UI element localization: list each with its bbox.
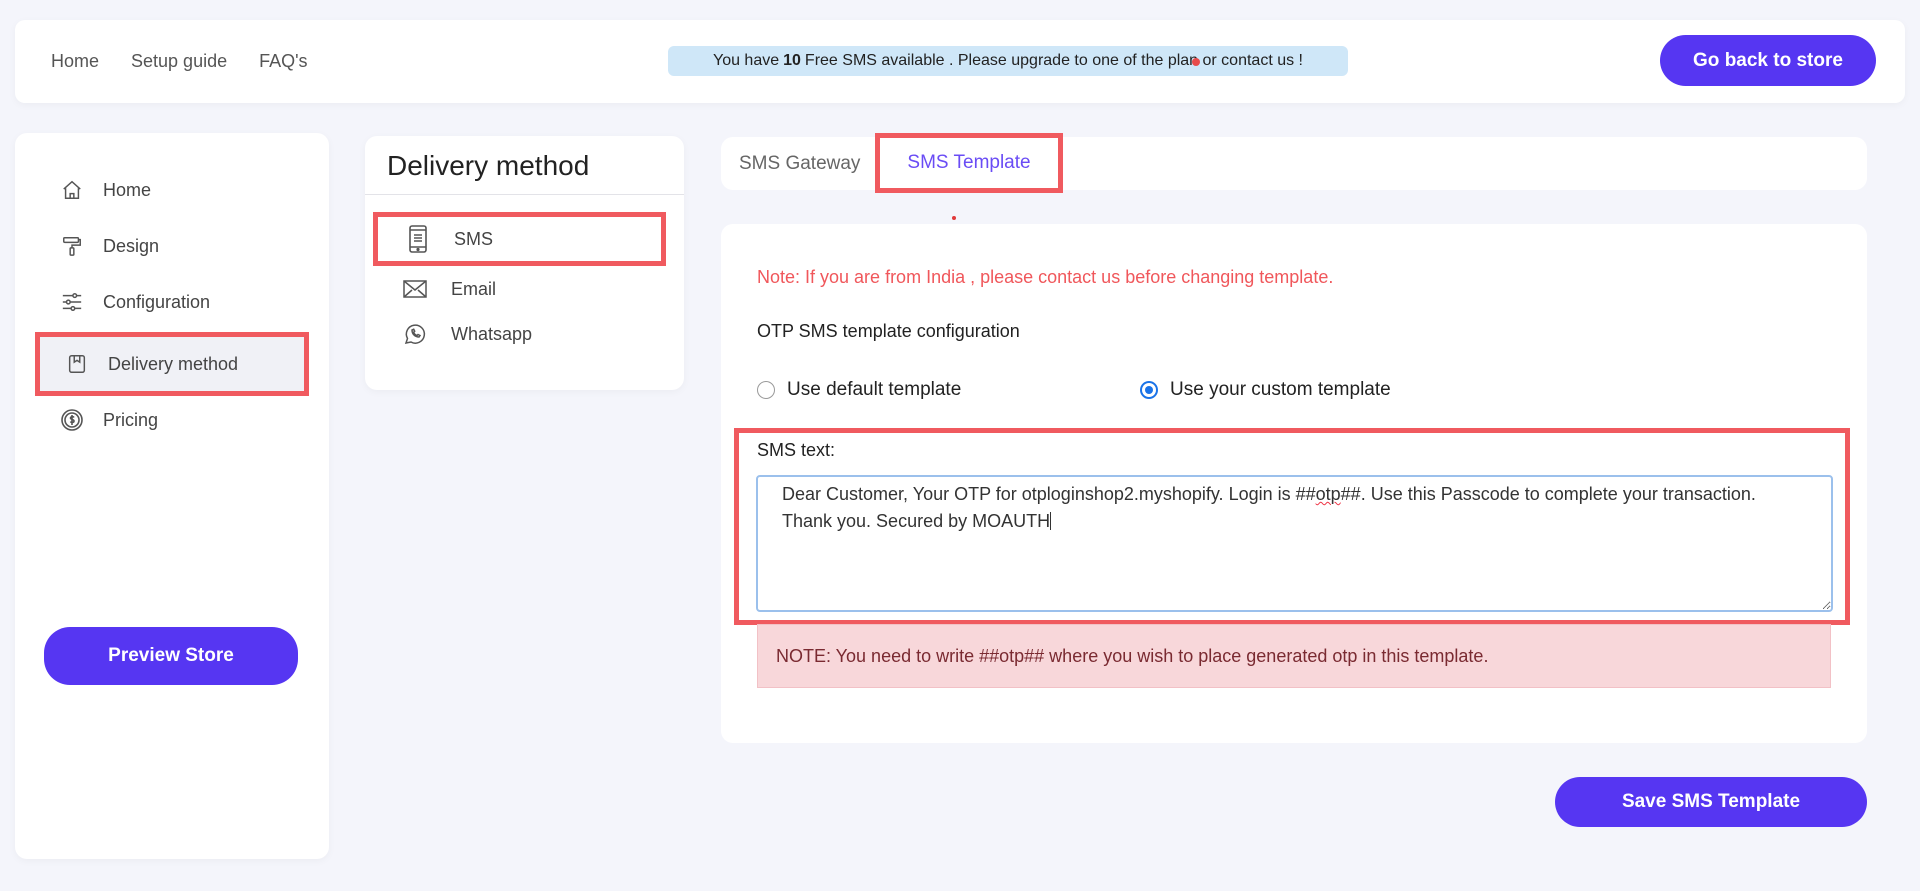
radio-custom-template[interactable]: Use your custom template [1140, 379, 1391, 401]
delivery-method-title: Delivery method [365, 136, 684, 195]
tab-sms-gateway[interactable]: SMS Gateway [739, 137, 860, 190]
sidebar-item-design[interactable]: Design [35, 218, 309, 274]
nav-home-link[interactable]: Home [51, 51, 99, 72]
sms-template-card: Note: If you are from India , please con… [721, 224, 1867, 743]
preview-store-button[interactable]: Preview Store [44, 627, 298, 685]
paint-roller-icon [57, 231, 87, 261]
delivery-method-card: Delivery method SMS Email Whatsapp [365, 136, 684, 390]
sms-tabs: SMS Gateway SMS Template [721, 133, 1867, 193]
sms-credit-banner: You have 10 Free SMS available . Please … [668, 46, 1348, 76]
sms-text-input[interactable]: Dear Customer, Your OTP for otploginshop… [756, 475, 1833, 612]
home-icon [57, 175, 87, 205]
sidebar-item-label: Pricing [103, 409, 159, 430]
save-sms-template-button[interactable]: Save SMS Template [1555, 777, 1867, 827]
delivery-option-sms[interactable]: SMS [373, 212, 666, 266]
radio-unchecked[interactable] [757, 381, 775, 399]
banner-suffix: Free SMS available . Please upgrade to o… [804, 52, 1303, 69]
sidebar-item-label: Design [103, 235, 160, 256]
radio-label: Use default template [787, 379, 962, 400]
whatsapp-icon [401, 320, 429, 348]
sms-text-part: Dear Customer, Your OTP for otploginshop… [782, 484, 1316, 504]
sms-text-otp-token: otp [1315, 484, 1341, 504]
otp-placeholder-hint: NOTE: You need to write ##otp## where yo… [757, 624, 1831, 688]
banner-sms-count: 10 [783, 52, 801, 69]
top-nav: Home Setup guide FAQ's [51, 20, 308, 103]
otp-template-section-title: OTP SMS template configuration [757, 321, 1020, 341]
sliders-icon [57, 287, 87, 317]
phone-icon [404, 225, 432, 253]
sidebar-item-delivery-method[interactable]: Delivery method [35, 332, 309, 396]
sidebar-item-label: Configuration [103, 291, 211, 312]
text-cursor [1050, 512, 1052, 530]
delivery-option-label: SMS [454, 228, 494, 249]
nav-setup-guide-link[interactable]: Setup guide [131, 51, 227, 72]
top-bar: Home Setup guide FAQ's You have 10 Free … [15, 20, 1905, 103]
radio-default-template[interactable]: Use default template [757, 379, 961, 401]
sidebar: Home Design Configuration Delivery metho… [15, 133, 329, 859]
go-back-to-store-button[interactable]: Go back to store [1660, 35, 1876, 86]
india-note: Note: If you are from India , please con… [757, 267, 1334, 287]
sidebar-item-pricing[interactable]: Pricing [35, 392, 309, 448]
radio-checked[interactable] [1140, 381, 1158, 399]
sidebar-item-label: Home [103, 179, 152, 200]
sms-text-label: SMS text: [757, 440, 836, 460]
sms-text-section: SMS text: Dear Customer, Your OTP for ot… [734, 428, 1850, 625]
sidebar-item-home[interactable]: Home [35, 162, 309, 218]
marker-dot [952, 216, 956, 220]
banner-prefix: You have [712, 52, 780, 69]
sidebar-item-configuration[interactable]: Configuration [35, 274, 309, 330]
tab-sms-template[interactable]: SMS Template [875, 133, 1063, 193]
delivery-option-email[interactable]: Email [373, 268, 666, 310]
delivery-icon [62, 349, 92, 379]
delivery-option-whatsapp[interactable]: Whatsapp [373, 312, 666, 356]
envelope-icon [401, 275, 429, 303]
sidebar-item-label: Delivery method [108, 353, 239, 374]
nav-faq-link[interactable]: FAQ's [259, 51, 307, 72]
delivery-option-label: Email [451, 278, 497, 299]
dollar-coin-icon [57, 405, 87, 435]
radio-label: Use your custom template [1170, 379, 1391, 400]
cursor-dot-marker [1192, 58, 1200, 66]
delivery-option-label: Whatsapp [451, 323, 533, 344]
